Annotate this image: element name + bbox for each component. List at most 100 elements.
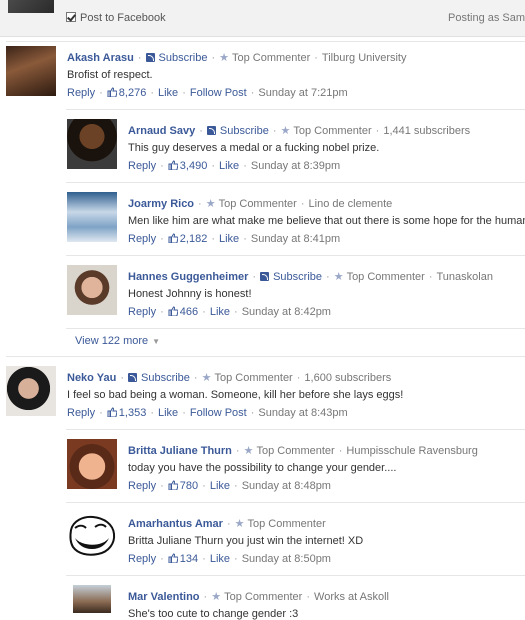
- commenter-name[interactable]: Mar Valentino: [128, 591, 200, 603]
- divider: [66, 255, 525, 256]
- thumbs-up-icon: [107, 87, 117, 97]
- star-icon: ★: [201, 372, 212, 384]
- thumbs-up-icon: [168, 553, 178, 563]
- avatar[interactable]: [67, 265, 117, 315]
- thumbs-up-icon: [168, 233, 178, 243]
- star-icon: ★: [243, 445, 254, 457]
- commenter-affiliation: Tunaskolan: [436, 271, 493, 283]
- like-link[interactable]: Like: [210, 553, 230, 565]
- like-count[interactable]: 3,490: [180, 160, 208, 172]
- reply-link[interactable]: Reply: [128, 160, 156, 172]
- caret-down-icon: ▼: [152, 337, 161, 346]
- divider: [66, 109, 525, 110]
- like-count[interactable]: 1,353: [119, 407, 147, 419]
- top-commenter-badge: Top Commenter: [346, 271, 425, 283]
- thumbs-up-icon: [168, 306, 178, 316]
- top-commenter-badge: Top Commenter: [214, 372, 293, 384]
- comment-text: today you have the possibility to change…: [128, 462, 397, 474]
- commenter-name[interactable]: Joarmy Rico: [128, 198, 194, 210]
- thumbs-up-icon: [107, 407, 117, 417]
- subscribe-link[interactable]: Subscribe: [220, 125, 269, 137]
- rss-subscribe-icon: [206, 126, 216, 135]
- avatar[interactable]: [67, 512, 117, 562]
- top-commenter-badge: Top Commenter: [256, 445, 335, 457]
- divider: [66, 575, 525, 576]
- divider: [6, 41, 525, 42]
- commenter-name[interactable]: Hannes Guggenheimer: [128, 271, 248, 283]
- commenter-name[interactable]: Amarhantus Amar: [128, 518, 223, 530]
- like-link[interactable]: Like: [210, 306, 230, 318]
- divider: [66, 502, 525, 503]
- follow-post-link[interactable]: Follow Post: [190, 87, 247, 99]
- subscribe-link[interactable]: Subscribe: [159, 52, 208, 64]
- reply-link[interactable]: Reply: [128, 306, 156, 318]
- commenter-name[interactable]: Britta Juliane Thurn: [128, 445, 232, 457]
- comment-text: Brofist of respect.: [67, 69, 153, 81]
- like-count[interactable]: 780: [180, 480, 198, 492]
- trollface-avatar-art: [69, 515, 116, 556]
- comment-timestamp[interactable]: Sunday at 8:50pm: [242, 553, 331, 565]
- divider: [66, 429, 525, 430]
- commenter-name[interactable]: Neko Yau: [67, 372, 116, 384]
- star-icon: ★: [333, 271, 344, 283]
- like-link[interactable]: Like: [219, 233, 239, 245]
- avatar[interactable]: [6, 46, 56, 96]
- comment-timestamp[interactable]: Sunday at 8:48pm: [242, 480, 331, 492]
- view-more-label[interactable]: View 122 more: [75, 335, 148, 347]
- reply-link[interactable]: Reply: [67, 87, 95, 99]
- avatar[interactable]: [67, 439, 117, 489]
- top-commenter-badge: Top Commenter: [218, 198, 297, 210]
- comment-timestamp[interactable]: Sunday at 8:39pm: [251, 160, 340, 172]
- star-icon: ★: [280, 125, 291, 137]
- current-user-avatar: [8, 0, 54, 13]
- like-link[interactable]: Like: [158, 87, 178, 99]
- avatar[interactable]: [73, 585, 111, 613]
- star-icon: ★: [219, 52, 229, 64]
- comment-timestamp[interactable]: Sunday at 8:41pm: [251, 233, 340, 245]
- avatar[interactable]: [67, 192, 117, 242]
- commenter-affiliation: Works at Askoll: [314, 591, 390, 603]
- like-link[interactable]: Like: [210, 480, 230, 492]
- post-to-facebook-checkbox[interactable]: [66, 12, 76, 22]
- top-commenter-badge: Top Commenter: [293, 125, 372, 137]
- top-commenter-badge: Top Commenter: [224, 591, 303, 603]
- comment-timestamp[interactable]: Sunday at 7:21pm: [258, 87, 347, 99]
- posting-as-label[interactable]: Posting as Sam T: [448, 12, 525, 24]
- star-icon: ★: [205, 198, 216, 210]
- commenter-name[interactable]: Akash Arasu: [67, 52, 134, 64]
- like-count[interactable]: 134: [180, 553, 198, 565]
- reply-link[interactable]: Reply: [67, 407, 95, 419]
- comment-text: I feel so bad being a woman. Someone, ki…: [67, 389, 404, 401]
- rss-subscribe-icon: [260, 272, 270, 281]
- post-to-facebook-label: Post to Facebook: [80, 12, 166, 24]
- like-count[interactable]: 466: [180, 306, 198, 318]
- like-count[interactable]: 2,182: [180, 233, 208, 245]
- subscribe-link[interactable]: Subscribe: [141, 372, 190, 384]
- like-count[interactable]: 8,276: [119, 87, 147, 99]
- comment-timestamp[interactable]: Sunday at 8:42pm: [242, 306, 331, 318]
- view-more-replies-link[interactable]: View 122 more ▼: [75, 335, 160, 347]
- like-link[interactable]: Like: [219, 160, 239, 172]
- reply-link[interactable]: Reply: [128, 553, 156, 565]
- reply-link[interactable]: Reply: [128, 233, 156, 245]
- commenter-name[interactable]: Arnaud Savy: [128, 125, 195, 137]
- star-icon: ★: [211, 591, 222, 603]
- comment-text: This guy deserves a medal or a fucking n…: [128, 142, 380, 154]
- divider: [6, 356, 525, 357]
- commenter-affiliation: Humpisschule Ravensburg: [346, 445, 478, 457]
- reply-link[interactable]: Reply: [128, 480, 156, 492]
- avatar[interactable]: [6, 366, 56, 416]
- comment-timestamp[interactable]: Sunday at 8:43pm: [258, 407, 347, 419]
- follow-post-link[interactable]: Follow Post: [190, 407, 247, 419]
- comment-text: Britta Juliane Thurn you just win the in…: [128, 535, 364, 547]
- rss-subscribe-icon: [145, 53, 155, 62]
- star-icon: ★: [234, 518, 245, 530]
- like-link[interactable]: Like: [158, 407, 178, 419]
- comment-text: Honest Johnny is honest!: [128, 288, 252, 300]
- avatar[interactable]: [67, 119, 117, 169]
- commenter-affiliation: Lino de clemente: [308, 198, 393, 210]
- commenter-affiliation: Tilburg University: [321, 52, 407, 64]
- subscribe-link[interactable]: Subscribe: [273, 271, 322, 283]
- top-commenter-badge: Top Commenter: [231, 52, 311, 64]
- thumbs-up-icon: [168, 480, 178, 490]
